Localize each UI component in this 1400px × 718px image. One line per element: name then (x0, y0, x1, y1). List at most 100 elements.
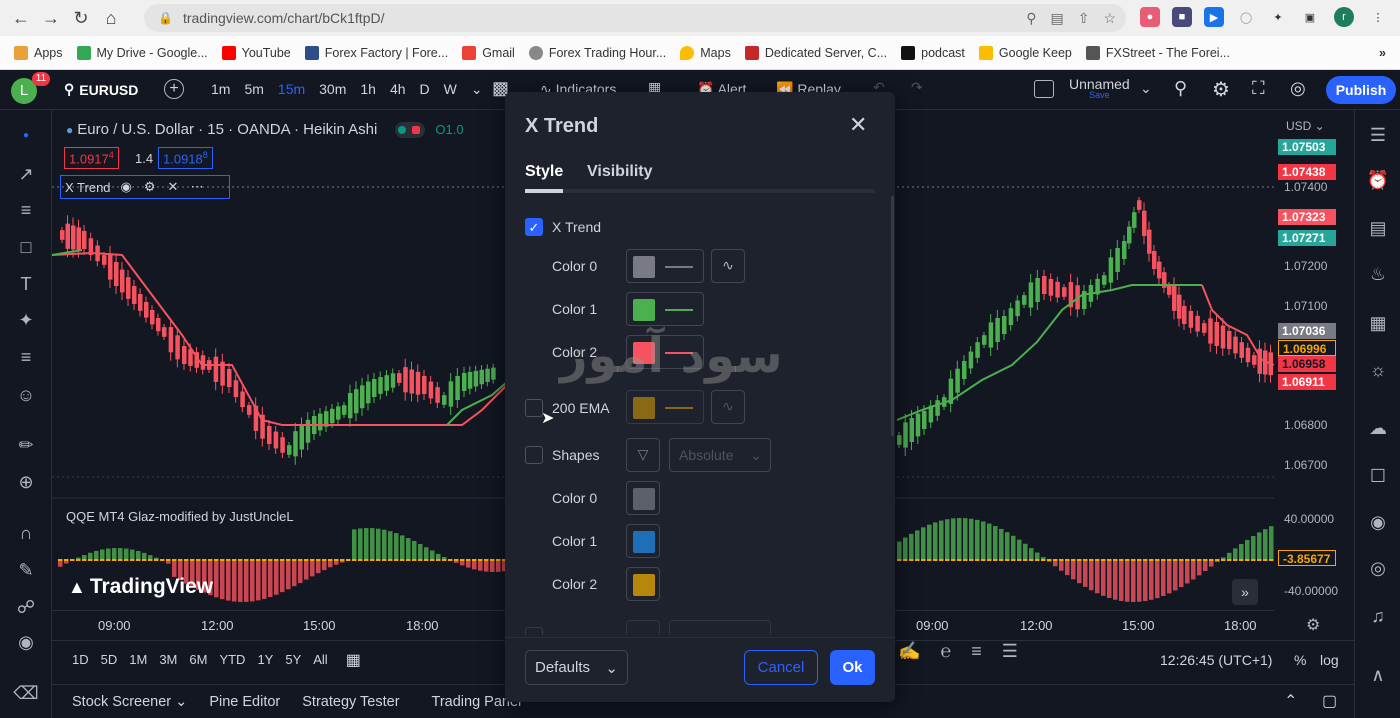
cursor-icon[interactable]: ● (13, 130, 39, 152)
bookmark-gmail[interactable]: Gmail (462, 45, 515, 60)
settings-icon[interactable]: ⚙ (1212, 77, 1230, 102)
lock-drawing-icon[interactable]: ✎ (13, 560, 39, 582)
gear-icon[interactable]: ⚙ (144, 179, 156, 195)
qqe-legend[interactable]: QQE MT4 Glaz-modified by JustUncleL (66, 509, 294, 524)
color0-swatch[interactable] (626, 249, 704, 283)
ema-color-swatch[interactable] (626, 390, 704, 424)
menu-icon[interactable]: ⋮ (1368, 7, 1388, 27)
bid-price[interactable]: 1.09174 (64, 147, 119, 170)
bookmark-forexfactory[interactable]: Forex Factory | Fore... (304, 45, 448, 60)
tab-strategy-tester[interactable]: Strategy Tester (302, 694, 399, 710)
layout-icon[interactable] (1034, 80, 1054, 98)
lines-icon[interactable]: ☰ (1002, 641, 1018, 662)
timeframe-1h[interactable]: 1h (360, 81, 376, 98)
bookmark-forex-hours[interactable]: Forex Trading Hour... (528, 45, 666, 60)
notifications-icon[interactable]: ♫ (1366, 606, 1390, 630)
timeframe-4h[interactable]: 4h (390, 81, 406, 98)
address-bar[interactable]: 🔒 tradingview.com/chart/bCk1ftpD/ ⚲ ▤ ⇧ … (144, 4, 1126, 32)
eye-icon[interactable]: ◉ (13, 632, 39, 654)
range-6m[interactable]: 6M (189, 652, 207, 667)
shape-color1-swatch[interactable] (626, 524, 660, 558)
defaults-dropdown[interactable]: Defaults ⌄ (525, 650, 628, 685)
tab-stock-screener[interactable]: Stock Screener ⌄ (72, 694, 187, 710)
calendar-icon[interactable]: ▦ (1366, 313, 1390, 337)
text-icon[interactable]: T (13, 274, 39, 296)
watchlist-icon[interactable]: ☰ (1366, 125, 1390, 149)
reload-icon[interactable]: ↻ (66, 3, 96, 33)
cancel-button[interactable]: Cancel (744, 650, 818, 685)
bookmarks-overflow-icon[interactable]: » (1379, 46, 1386, 60)
shape-color2-swatch[interactable] (626, 567, 660, 601)
axis-settings-icon[interactable]: ⚙ (1306, 615, 1320, 635)
eye-icon[interactable]: ◉ (121, 179, 132, 195)
symbol-search[interactable]: ⚲ EURUSD (64, 81, 138, 98)
bookmark-keep[interactable]: Google Keep (978, 45, 1072, 60)
extension-icon[interactable]: ■ (1172, 7, 1192, 27)
range-5d[interactable]: 5D (101, 652, 118, 667)
scroll-right-icon[interactable]: » (1232, 579, 1258, 605)
status-toggle[interactable] (395, 121, 426, 138)
tab-style[interactable]: Style (525, 163, 563, 181)
color1-swatch[interactable] (626, 292, 704, 326)
location-select[interactable]: Absolute ⌄ (669, 438, 771, 472)
shape-color0-swatch[interactable] (626, 481, 660, 515)
ideas-icon[interactable]: ☼ (1366, 360, 1390, 384)
fib-retracement-icon[interactable]: ≡ (971, 641, 982, 662)
profile-avatar[interactable]: r (1334, 7, 1354, 27)
zoom-icon[interactable]: ⚲ (1026, 10, 1036, 27)
shapes-checkbox[interactable] (525, 446, 543, 464)
star-icon[interactable]: ☆ (1103, 10, 1116, 27)
close-icon[interactable]: ✕ (849, 112, 867, 138)
quick-search-icon[interactable]: ⚲ (1174, 78, 1187, 99)
fullscreen-icon[interactable]: ⛶ (1252, 78, 1265, 99)
close-icon[interactable]: ✕ (168, 179, 179, 195)
currency-selector[interactable]: USD ⌄ (1286, 119, 1325, 133)
add-symbol-icon[interactable]: + (164, 79, 184, 99)
news-icon[interactable]: ▤ (1366, 218, 1390, 242)
percent-toggle[interactable]: % (1294, 652, 1306, 668)
maximize-panel-icon[interactable]: ▢ (1322, 691, 1337, 711)
messages-icon[interactable]: ☐ (1366, 466, 1390, 490)
forecast-icon[interactable]: ≡ (13, 347, 39, 369)
streams-icon[interactable]: ◉ (1366, 512, 1390, 536)
indicator-legend[interactable]: X Trend ◉ ⚙ ✕ ⋯ (60, 175, 230, 199)
dialog-scrollbar[interactable] (891, 196, 894, 436)
fib-icon[interactable]: ≡ (13, 200, 39, 222)
tab-visibility[interactable]: Visibility (587, 163, 653, 181)
magnet-icon[interactable]: ∩ (13, 523, 39, 545)
timeframe-1m[interactable]: 1m (211, 81, 230, 98)
collapse-panel-icon[interactable]: ⌃ (1284, 691, 1297, 711)
timeframe-30m[interactable]: 30m (319, 81, 346, 98)
broadcast-icon[interactable]: ◎ (1366, 558, 1390, 582)
chevron-down-icon[interactable]: ⌄ (1140, 80, 1152, 97)
price-axis[interactable]: USD ⌄ 1.07400 1.07200 1.07100 1.06800 1.… (1274, 110, 1354, 640)
range-1y[interactable]: 1Y (257, 652, 273, 667)
extension-icon[interactable]: ● (1140, 7, 1160, 27)
range-ytd[interactable]: YTD (219, 652, 245, 667)
bookmark-fxstreet[interactable]: FXStreet - The Forei... (1085, 45, 1230, 60)
publish-button[interactable]: Publish (1326, 76, 1396, 104)
shield-icon[interactable]: ◯ (1236, 7, 1256, 27)
emoji-icon[interactable]: ☺ (13, 385, 39, 407)
extension-icon[interactable]: ▶ (1204, 7, 1224, 27)
more-icon[interactable]: ⋯ (190, 179, 203, 195)
alarm-clock-icon[interactable]: ⏰ (1366, 170, 1390, 194)
shape-type-icon[interactable]: ▽ (626, 438, 660, 472)
bookmark-dedicated-server[interactable]: Dedicated Server, C... (744, 45, 887, 60)
forward-icon[interactable]: → (36, 3, 66, 33)
bookmark-podcast[interactable]: podcast (901, 45, 965, 60)
layout-name[interactable]: Unnamed Save (1069, 76, 1130, 100)
redo-icon[interactable]: ↷ (911, 79, 923, 96)
translate-icon[interactable]: ▤ (1050, 10, 1063, 27)
ema-plot-style-icon[interactable]: ∿ (711, 390, 745, 424)
timeframe-d[interactable]: D (420, 81, 430, 98)
bookmark-youtube[interactable]: YouTube (221, 45, 291, 60)
camera-icon[interactable]: ◎ (1290, 78, 1306, 99)
range-1d[interactable]: 1D (72, 652, 89, 667)
tab-pine-editor[interactable]: Pine Editor (209, 694, 280, 710)
ask-price[interactable]: 1.09188 (158, 147, 213, 170)
bookmark-apps[interactable]: Apps (14, 45, 63, 60)
back-icon[interactable]: ← (6, 3, 36, 33)
pattern-icon[interactable]: ✦ (13, 310, 39, 332)
trash-icon[interactable]: ⌫ (13, 683, 39, 705)
